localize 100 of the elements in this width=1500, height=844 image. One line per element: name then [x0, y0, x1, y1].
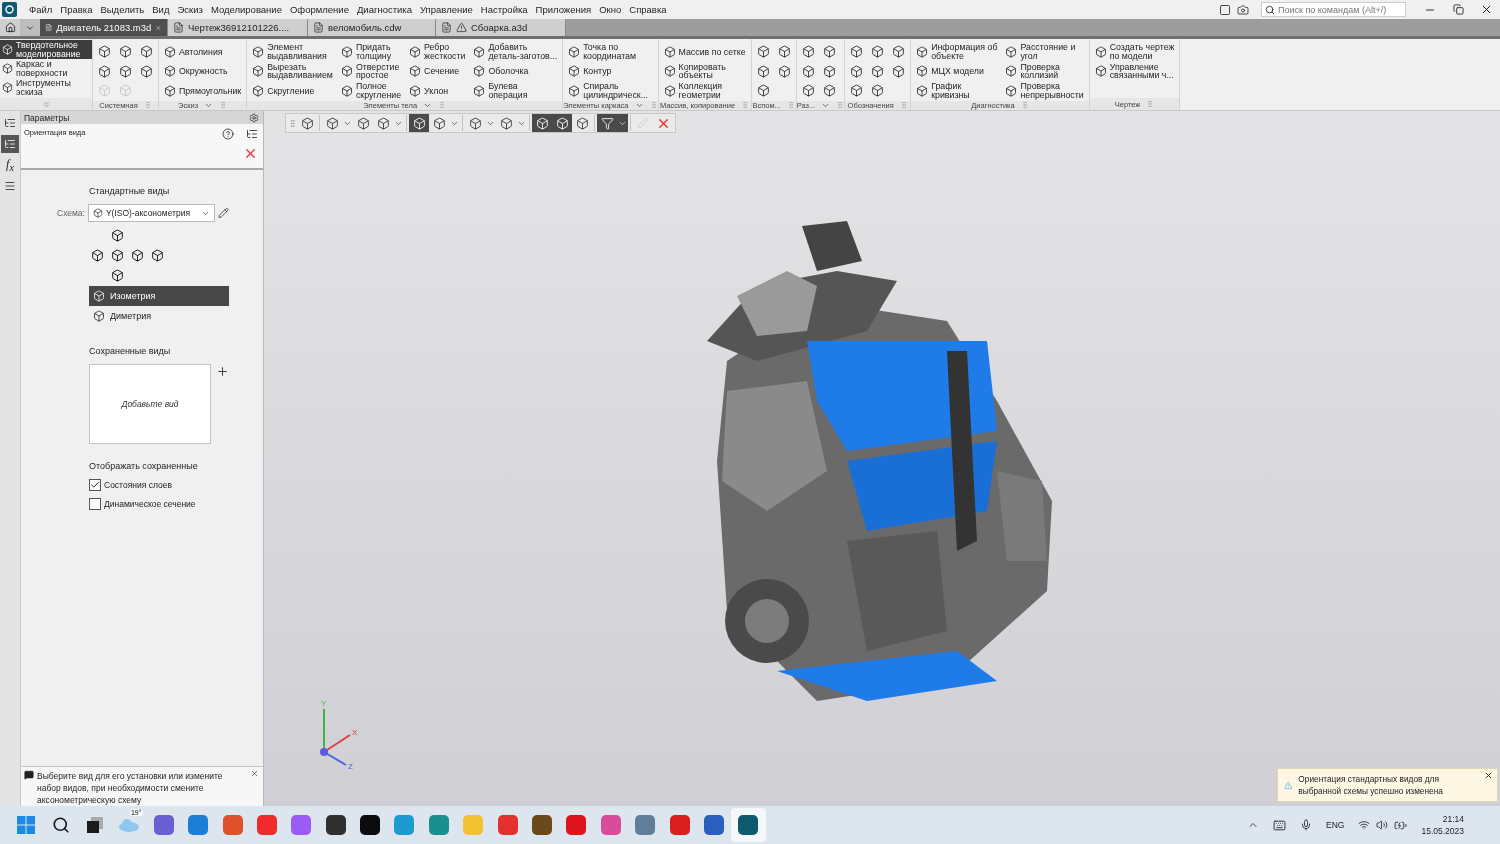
side-tab[interactable]	[1, 135, 19, 153]
cube-icon	[777, 45, 791, 59]
view-cube-button[interactable]	[91, 249, 105, 263]
menu-item[interactable]: Окно	[595, 4, 626, 15]
menu-item[interactable]: Файл	[25, 4, 57, 15]
view-item[interactable]: Изометрия	[89, 286, 229, 306]
ribbon-command[interactable]: Информация об объекте	[914, 42, 1000, 62]
ribbon-command[interactable]: Элемент выдавливания	[250, 42, 335, 62]
toolbar-button[interactable]	[532, 114, 552, 132]
add-icon	[215, 364, 229, 379]
cube-icon	[850, 45, 864, 59]
ribbon-command[interactable]: Уклон	[407, 81, 468, 101]
ribbon-command[interactable]: Управление связанными ч...	[1092, 61, 1177, 81]
ribbon-command[interactable]: Ребро жесткости	[407, 42, 468, 62]
home-button[interactable]	[0, 19, 20, 36]
ribbon-command[interactable]: Расстояние и угол	[1003, 42, 1086, 62]
checkbox-option[interactable]: Состояния слоев	[89, 475, 229, 494]
ribbon-command[interactable]: Проверка непрерывности	[1003, 81, 1086, 101]
cube-icon	[756, 45, 770, 59]
mode-item[interactable]: Инструменты эскиза	[0, 78, 92, 97]
ribbon-command[interactable]: Создать чертеж по модели	[1092, 42, 1177, 62]
cube-icon	[1005, 45, 1018, 58]
tab-label: Сбоарка.a3d	[471, 22, 529, 33]
ribbon-command[interactable]: Отверстие простое	[338, 61, 404, 81]
ribbon-command[interactable]: Придать толщину	[338, 42, 404, 62]
toolbar-button[interactable]	[409, 114, 429, 132]
document-tab[interactable]: Двигатель 21083.m3d	[40, 19, 168, 36]
keyboard-icon	[1273, 818, 1287, 832]
ribbon-command[interactable]: Оболочка	[471, 61, 560, 81]
checkbox-option[interactable]: Динамическое сечение	[89, 494, 229, 513]
ribbon-command[interactable]: Копировать объекты	[661, 61, 748, 81]
tree-icon	[246, 128, 258, 140]
side-tab[interactable]: f$_{x}$	[1, 156, 19, 174]
view-item[interactable]: Диметрия	[89, 306, 229, 326]
document-tab[interactable]: Чертеж36912101226....	[168, 19, 308, 36]
clock[interactable]: 21:14 15.05.2023	[1421, 814, 1464, 836]
toolbar-button[interactable]	[552, 114, 572, 132]
language-indicator[interactable]: ENG	[1326, 820, 1345, 830]
cube-icon	[119, 64, 132, 78]
pencil-icon	[637, 117, 649, 129]
message-icon	[24, 770, 34, 780]
menu-item[interactable]: Выделить	[96, 4, 149, 15]
option-label: Динамическое сечение	[104, 498, 196, 509]
view-cube-button[interactable]	[111, 249, 125, 263]
cube-icon	[340, 45, 353, 58]
wifi-icon	[1358, 818, 1371, 831]
menu-item[interactable]: Эскиз	[173, 4, 207, 15]
ribbon-command[interactable]: Массив по сетке	[661, 42, 748, 62]
menu-item[interactable]: Справка	[625, 4, 671, 15]
ribbon-command[interactable]: Полное скругление	[338, 81, 404, 101]
ribbon-command[interactable]: Точка по координатам	[566, 42, 650, 62]
view-cube-button[interactable]	[111, 229, 125, 243]
menu-item[interactable]: Оформление	[285, 4, 353, 15]
cube-icon	[916, 65, 929, 78]
ribbon-command[interactable]: Скругление	[250, 81, 335, 101]
volume-icon	[1376, 818, 1389, 831]
ribbon-command[interactable]: Булева операция	[471, 81, 560, 101]
menu-item[interactable]: Моделирование	[206, 4, 286, 15]
menu-item[interactable]: Приложения	[531, 4, 596, 15]
cube-icon	[164, 65, 176, 78]
document-tab[interactable]: Сбоарка.a3d	[436, 19, 566, 36]
ribbon-command[interactable]: Автолиния	[162, 42, 244, 62]
menu-item[interactable]: Диагностика	[352, 4, 416, 15]
search-icon	[1265, 5, 1275, 15]
menu-item[interactable]: Управление	[416, 4, 477, 15]
cube-icon	[151, 249, 164, 262]
menu-icon	[4, 180, 16, 192]
document-tab[interactable]: веломобиль.cdw	[308, 19, 436, 36]
toolbar-button[interactable]	[597, 114, 617, 132]
cube-icon	[376, 116, 390, 130]
ribbon-command[interactable]: Прямоугольник	[162, 81, 244, 101]
ribbon-command[interactable]: График кривизны	[914, 81, 1000, 101]
menu-item[interactable]: Вид	[148, 4, 174, 15]
search-field[interactable]: Поиск по командам (Alt+/)	[1261, 2, 1406, 17]
ribbon-command[interactable]: Проверка коллизий	[1003, 61, 1086, 81]
menu-item[interactable]: Настройка	[476, 4, 532, 15]
menu-item[interactable]: Правка	[56, 4, 97, 15]
cube-icon	[91, 249, 104, 262]
ribbon-command[interactable]: Сечение	[407, 61, 468, 81]
scheme-select[interactable]: Y(ISO)-аксонометрия	[87, 204, 216, 222]
view-cube-button[interactable]	[131, 249, 145, 263]
ribbon-command[interactable]: МЦХ модели	[914, 61, 1000, 81]
mode-item[interactable]: Каркас и поверхности	[0, 59, 92, 78]
mode-item[interactable]: Твердотельное моделирование	[0, 40, 92, 59]
ribbon-command[interactable]: Вырезать выдавливанием	[250, 61, 335, 81]
cube-icon	[568, 65, 581, 78]
checkbox[interactable]	[89, 497, 101, 510]
view-cube-button[interactable]	[111, 269, 125, 283]
ribbon-command[interactable]: Контур	[566, 61, 650, 81]
view-cube-button[interactable]	[151, 249, 165, 263]
taskbar-button[interactable]	[731, 808, 766, 842]
checkbox[interactable]	[89, 478, 101, 491]
dropdown-button[interactable]	[617, 114, 628, 132]
ribbon-command[interactable]: Коллекция геометрии	[661, 81, 748, 101]
ribbon-command[interactable]: Добавить деталь-заготов...	[471, 42, 560, 62]
cube-icon	[801, 84, 815, 98]
cube-icon	[822, 64, 836, 78]
ribbon-command[interactable]: Спираль цилиндрическ...	[566, 81, 650, 101]
ribbon-command[interactable]: Окружность	[162, 61, 244, 81]
cube-icon	[801, 45, 815, 59]
